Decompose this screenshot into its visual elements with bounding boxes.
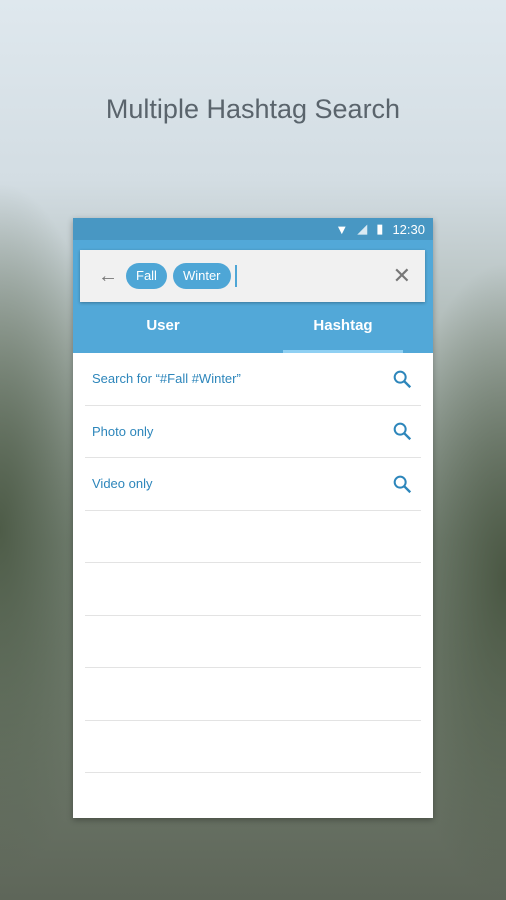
- list-item[interactable]: Video only: [85, 458, 421, 511]
- status-bar: ▼ ◢ ▮ 12:30: [73, 218, 433, 240]
- hashtag-chip[interactable]: Fall: [126, 263, 167, 289]
- phone-screen: ▼ ◢ ▮ 12:30 ← Fall Winter ✕ User Hashtag…: [73, 218, 433, 818]
- wifi-icon: ▼: [335, 221, 349, 237]
- tab-bar: User Hashtag: [73, 302, 433, 353]
- tab-hashtag[interactable]: Hashtag: [253, 302, 433, 353]
- close-icon[interactable]: ✕: [393, 263, 411, 289]
- tab-user[interactable]: User: [73, 302, 253, 353]
- list-item[interactable]: Search for “#Fall #Winter”: [85, 353, 421, 406]
- list-item[interactable]: Photo only: [85, 406, 421, 458]
- hashtag-chip[interactable]: Winter: [172, 263, 231, 289]
- results-list: Search for “#Fall #Winter” Photo only Vi…: [73, 353, 433, 773]
- search-icon: [393, 475, 412, 493]
- app-bar: ← Fall Winter ✕ User Hashtag: [73, 240, 433, 353]
- empty-row: [85, 668, 421, 721]
- search-input[interactable]: ← Fall Winter ✕: [80, 250, 425, 302]
- list-item-label: Photo only: [92, 423, 154, 439]
- back-arrow-icon[interactable]: ←: [98, 265, 118, 288]
- empty-row: [85, 721, 421, 773]
- headline: Multiple Hashtag Search: [105, 94, 401, 124]
- search-icon: [393, 422, 412, 441]
- battery-icon: ▮: [376, 221, 384, 236]
- text-cursor: [234, 265, 237, 287]
- list-item-label: Search for “#Fall #Winter”: [92, 371, 241, 387]
- empty-row: [85, 563, 421, 616]
- clock: 12:30: [392, 221, 425, 237]
- empty-row: [85, 511, 421, 563]
- list-item-label: Video only: [92, 476, 153, 492]
- signal-icon: ◢: [357, 221, 368, 236]
- empty-row: [85, 616, 421, 668]
- search-icon: [393, 370, 412, 388]
